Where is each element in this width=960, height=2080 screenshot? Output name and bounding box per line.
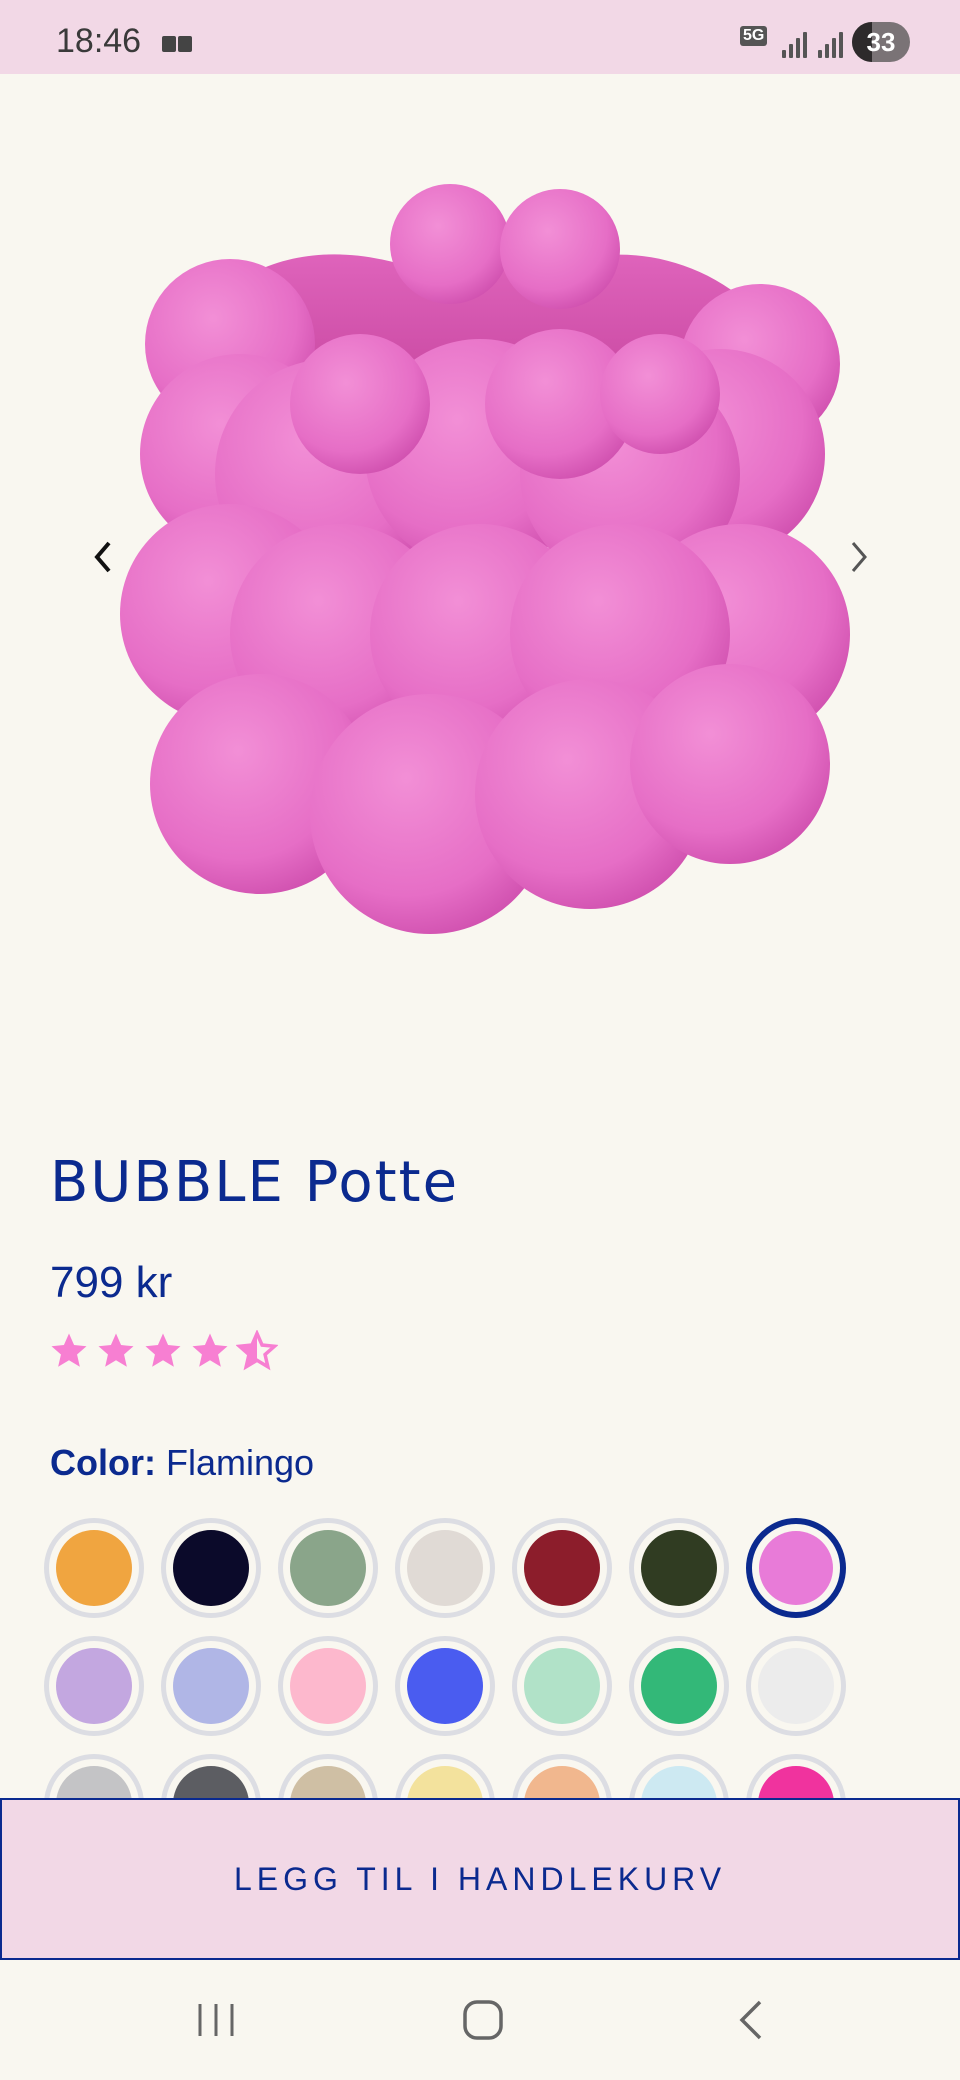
product-image[interactable] [0,74,960,1094]
product-title: BUBBLE Potte [50,1150,460,1215]
color-swatches [44,1518,924,1798]
star-icon [98,1333,134,1367]
star-icon [145,1333,181,1367]
color-swatch[interactable] [161,1636,261,1736]
color-swatch[interactable] [44,1636,144,1736]
carousel-next-button[interactable] [830,529,886,585]
color-swatch[interactable] [746,1754,846,1798]
color-swatch[interactable] [512,1518,612,1618]
rating-stars[interactable] [48,1330,278,1372]
battery-icon: 33 [852,22,910,62]
chevron-left-icon [94,541,111,573]
notification-icon [162,36,194,54]
color-swatch-fill [407,1648,483,1724]
color-swatch[interactable] [629,1518,729,1618]
color-swatch[interactable] [746,1518,846,1618]
color-label-value: Flamingo [166,1442,315,1483]
signal-icon [818,26,846,58]
color-swatch[interactable] [512,1636,612,1736]
back-icon [739,2000,762,2040]
color-selector-label: Color: Flamingo [50,1442,314,1484]
add-to-cart-button[interactable]: LEGG TIL I HANDLEKURV [0,1798,960,1960]
color-swatch[interactable] [44,1518,144,1618]
star-half-icon [236,1330,278,1371]
color-swatch[interactable] [629,1754,729,1798]
star-icon [192,1333,228,1367]
color-swatch-fill [641,1530,717,1606]
color-swatch-fill [56,1648,132,1724]
color-swatch[interactable] [44,1754,144,1798]
status-time: 18:46 [56,22,142,60]
color-swatch-fill [290,1766,366,1798]
star-icon [51,1333,87,1367]
color-swatch-fill [759,1531,833,1605]
carousel-prev-button[interactable] [76,529,132,585]
color-swatch[interactable] [161,1754,261,1798]
back-button[interactable] [722,1990,782,2050]
signal-icon [782,26,810,58]
color-swatch-fill [641,1648,717,1724]
color-swatch[interactable] [278,1518,378,1618]
color-swatch[interactable] [278,1636,378,1736]
color-swatch-fill [173,1648,249,1724]
color-swatch-fill [290,1648,366,1724]
battery-level: 33 [866,27,896,57]
bubble-pot-image [120,184,850,934]
chevron-right-icon [851,542,867,572]
color-swatch-fill [641,1766,717,1798]
color-swatch-fill [524,1530,600,1606]
color-swatch-fill [524,1766,600,1798]
product-price: 799 kr [50,1258,173,1307]
color-swatch-fill [290,1530,366,1606]
color-swatch-fill [758,1766,834,1798]
color-swatch[interactable] [395,1636,495,1736]
system-nav-bar [0,1960,960,2080]
color-swatch-fill [173,1530,249,1606]
color-swatch-fill [173,1766,249,1798]
color-swatch[interactable] [161,1518,261,1618]
color-label-key: Color: [50,1442,156,1483]
color-swatch[interactable] [395,1518,495,1618]
color-swatch-fill [56,1530,132,1606]
color-swatch-fill [407,1530,483,1606]
home-icon [463,2000,503,2040]
color-swatch-fill [407,1766,483,1798]
color-swatch[interactable] [629,1636,729,1736]
status-bar: 18:46 5G 33 [0,0,960,74]
color-swatch-fill [524,1648,600,1724]
color-swatch-fill [56,1766,132,1798]
color-swatch[interactable] [512,1754,612,1798]
color-swatch[interactable] [395,1754,495,1798]
color-swatch[interactable] [746,1636,846,1736]
network-indicator: 5G [740,26,768,46]
recents-icon [198,2004,234,2036]
home-button[interactable] [453,1990,513,2050]
recents-button[interactable] [186,1990,246,2050]
color-swatch[interactable] [278,1754,378,1798]
color-swatch-fill [758,1648,834,1724]
